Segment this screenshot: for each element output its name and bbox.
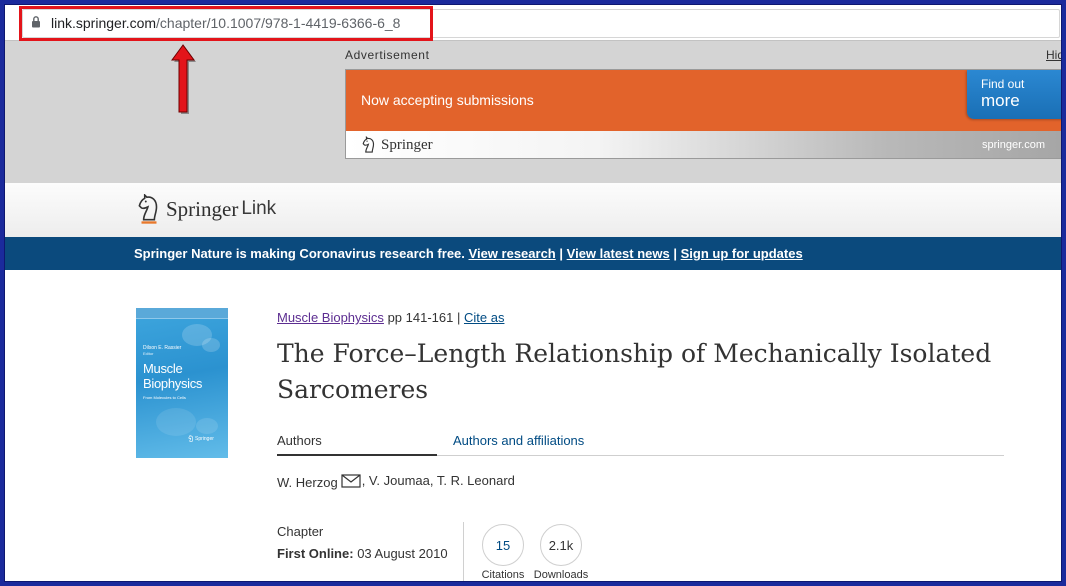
first-online-label: First Online: bbox=[277, 546, 354, 561]
up-arrow-icon bbox=[171, 44, 196, 114]
breadcrumb-separator: | bbox=[456, 310, 461, 325]
ad-brand-name: Springer bbox=[381, 137, 433, 153]
hide-ad-link[interactable]: Hid bbox=[1046, 48, 1064, 62]
springer-horse-icon bbox=[188, 435, 194, 442]
cover-title-line1: Muscle bbox=[143, 361, 183, 376]
cta-line1: Find out bbox=[981, 77, 1025, 91]
cover-title-line2: Biophysics bbox=[143, 376, 203, 391]
tab-authors-and-affiliations[interactable]: Authors and affiliations bbox=[437, 432, 584, 456]
view-latest-news-link[interactable]: View latest news bbox=[567, 246, 670, 261]
cover-decoration bbox=[156, 408, 196, 436]
banner-separator: | bbox=[673, 246, 677, 261]
citations-label: Citations bbox=[481, 569, 525, 581]
ad-headline: Now accepting submissions bbox=[361, 92, 534, 108]
citations-metric[interactable]: 15 Citations bbox=[473, 524, 533, 582]
cite-as-link[interactable]: Cite as bbox=[464, 310, 504, 325]
cover-publisher: Springer bbox=[188, 435, 214, 442]
cover-publisher-name: Springer bbox=[195, 435, 214, 442]
citations-count[interactable]: 15 bbox=[482, 524, 524, 566]
springer-horse-icon bbox=[362, 136, 375, 153]
cta-line2: more bbox=[981, 91, 1020, 110]
ad-brand-strip: Springer springer.com bbox=[346, 131, 1062, 158]
logo-word-springer: Springer bbox=[166, 196, 239, 221]
cover-decoration bbox=[196, 418, 218, 434]
downloads-label: Downloads bbox=[533, 569, 589, 581]
author-list: W. Herzog , V. Joumaa, T. R. Leonard bbox=[277, 473, 515, 490]
author-name: W. Herzog bbox=[277, 475, 338, 490]
advertisement-label: Advertisement bbox=[345, 48, 430, 62]
cover-subtitle: From Molecules to Cells bbox=[143, 395, 186, 400]
cover-editor-role: Editor bbox=[143, 351, 154, 356]
find-out-more-button[interactable]: Find out more bbox=[967, 70, 1062, 119]
breadcrumb: Muscle Biophysics pp 141-161 | Cite as bbox=[277, 310, 504, 326]
cover-series-band bbox=[136, 308, 228, 319]
browser-window: link.springer.com/chapter/10.1007/978-1-… bbox=[0, 0, 1066, 586]
book-title-link[interactable]: Muscle Biophysics bbox=[277, 310, 384, 325]
sign-up-updates-link[interactable]: Sign up for updates bbox=[681, 246, 803, 261]
envelope-icon[interactable] bbox=[341, 474, 361, 488]
ad-banner[interactable]: Now accepting submissions Find out more … bbox=[345, 69, 1063, 159]
cover-title: Muscle Biophysics bbox=[143, 361, 202, 391]
url-highlight-box bbox=[19, 6, 433, 41]
downloads-count: 2.1k bbox=[540, 524, 582, 566]
page-range: pp 141-161 bbox=[387, 310, 454, 325]
book-cover[interactable]: Dilson E. Rassier Editor Muscle Biophysi… bbox=[136, 308, 228, 458]
author-tabs: Authors Authors and affiliations bbox=[277, 432, 1004, 456]
logo-word-link: Link bbox=[241, 198, 277, 219]
tab-authors[interactable]: Authors bbox=[277, 432, 437, 456]
content-type: Chapter bbox=[277, 524, 324, 539]
chapter-title: The Force–Length Relationship of Mechani… bbox=[277, 339, 992, 404]
downloads-metric: 2.1k Downloads bbox=[531, 524, 591, 582]
cover-decoration bbox=[202, 338, 220, 352]
springerlink-logo[interactable]: Springer Link bbox=[136, 194, 276, 224]
springer-horse-icon bbox=[138, 194, 158, 224]
banner-message: Springer Nature is making Coronavirus re… bbox=[134, 246, 465, 261]
metrics-divider bbox=[463, 522, 464, 583]
first-online: First Online: 03 August 2010 bbox=[277, 546, 448, 562]
first-online-date: 03 August 2010 bbox=[357, 546, 448, 561]
view-research-link[interactable]: View research bbox=[469, 246, 556, 261]
ad-domain: springer.com bbox=[982, 139, 1045, 151]
coronavirus-banner: Springer Nature is making Coronavirus re… bbox=[0, 237, 1066, 270]
ad-orange-panel[interactable]: Now accepting submissions bbox=[346, 70, 1062, 131]
banner-separator: | bbox=[559, 246, 564, 261]
co-author-names: , V. Joumaa, T. R. Leonard bbox=[361, 473, 515, 488]
banner-text: Springer Nature is making Coronavirus re… bbox=[134, 237, 803, 270]
